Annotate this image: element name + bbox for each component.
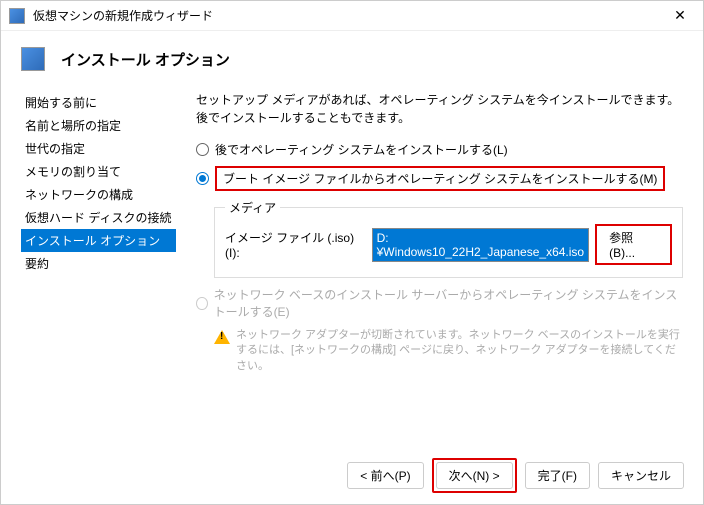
wizard-body: 開始する前に 名前と場所の指定 世代の指定 メモリの割り当て ネットワークの構成…	[1, 91, 703, 471]
sidebar-item-disk[interactable]: 仮想ハード ディスクの接続	[21, 206, 176, 229]
iso-path-input[interactable]: D:¥Windows10_22H2_Japanese_x64.iso	[372, 228, 589, 262]
radio-install-later-label: 後でオペレーティング システムをインストールする(L)	[215, 141, 508, 158]
finish-button[interactable]: 完了(F)	[525, 462, 590, 489]
close-button[interactable]: ✕	[665, 1, 695, 31]
app-icon	[9, 8, 25, 24]
description-text: セットアップ メディアがあれば、オペレーティング システムを今インストールできま…	[196, 91, 683, 127]
warning-icon	[214, 330, 230, 344]
radio-boot-image[interactable]	[196, 172, 209, 185]
sidebar-item-memory[interactable]: メモリの割り当て	[21, 160, 176, 183]
warning-text: ネットワーク アダプターが切断されています。ネットワーク ベースのインストールを…	[236, 328, 683, 374]
radio-install-later-row[interactable]: 後でオペレーティング システムをインストールする(L)	[196, 141, 683, 158]
next-button-highlight: 次へ(N) >	[432, 458, 517, 493]
radio-network-install-label: ネットワーク ベースのインストール サーバーからオペレーティング システムをイン…	[214, 286, 683, 320]
media-fieldset: メディア イメージ ファイル (.iso)(I): D:¥Windows10_2…	[214, 199, 683, 278]
sidebar-item-before-start[interactable]: 開始する前に	[21, 91, 176, 114]
wizard-steps-sidebar: 開始する前に 名前と場所の指定 世代の指定 メモリの割り当て ネットワークの構成…	[21, 91, 176, 471]
sidebar-item-network[interactable]: ネットワークの構成	[21, 183, 176, 206]
sidebar-item-summary[interactable]: 要約	[21, 252, 176, 275]
prev-button[interactable]: < 前へ(P)	[347, 462, 423, 489]
radio-network-install	[196, 297, 208, 310]
radio-install-later[interactable]	[196, 143, 209, 156]
titlebar: 仮想マシンの新規作成ウィザード ✕	[1, 1, 703, 31]
radio-network-install-row: ネットワーク ベースのインストール サーバーからオペレーティング システムをイン…	[196, 286, 683, 320]
window-title: 仮想マシンの新規作成ウィザード	[33, 7, 665, 24]
radio-boot-image-label: ブート イメージ ファイルからオペレーティング システムをインストールする(M)	[215, 166, 665, 191]
iso-field-row: イメージ ファイル (.iso)(I): D:¥Windows10_22H2_J…	[225, 224, 672, 265]
wizard-content: セットアップ メディアがあれば、オペレーティング システムを今インストールできま…	[176, 91, 683, 471]
cancel-button[interactable]: キャンセル	[598, 462, 684, 489]
sidebar-item-name-location[interactable]: 名前と場所の指定	[21, 114, 176, 137]
browse-button[interactable]: 参照(B)...	[595, 224, 672, 265]
next-button[interactable]: 次へ(N) >	[436, 462, 513, 489]
wizard-icon	[21, 47, 45, 71]
page-title: インストール オプション	[61, 49, 230, 70]
sidebar-item-generation[interactable]: 世代の指定	[21, 137, 176, 160]
page-header: インストール オプション	[1, 31, 703, 91]
wizard-footer: < 前へ(P) 次へ(N) > 完了(F) キャンセル	[347, 458, 684, 493]
media-legend: メディア	[225, 199, 280, 216]
sidebar-item-install-options[interactable]: インストール オプション	[21, 229, 176, 252]
warning-row: ネットワーク アダプターが切断されています。ネットワーク ベースのインストールを…	[214, 328, 683, 374]
radio-boot-image-row[interactable]: ブート イメージ ファイルからオペレーティング システムをインストールする(M)	[196, 166, 683, 191]
iso-label: イメージ ファイル (.iso)(I):	[225, 229, 366, 260]
